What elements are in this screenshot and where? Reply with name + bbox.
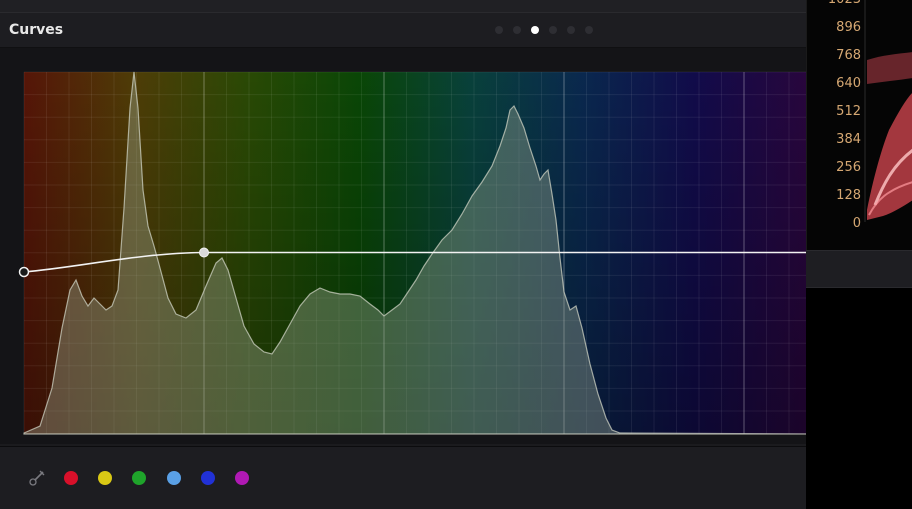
curve-graph[interactable] bbox=[0, 48, 806, 444]
green-channel-button[interactable] bbox=[132, 471, 147, 485]
panel-header: Curves bbox=[0, 13, 806, 48]
magenta-channel-button[interactable] bbox=[235, 471, 249, 485]
page-indicator bbox=[495, 24, 593, 36]
page-dot-5[interactable] bbox=[567, 26, 575, 34]
channel-toolbar bbox=[0, 446, 806, 509]
yellow-channel-button[interactable] bbox=[98, 471, 113, 485]
page-dot-1[interactable] bbox=[495, 26, 503, 34]
page-dot-6[interactable] bbox=[585, 26, 593, 34]
curve-editor[interactable] bbox=[0, 48, 806, 444]
scope-footer bbox=[806, 250, 912, 288]
page-dot-3[interactable] bbox=[531, 26, 539, 34]
page-dot-2[interactable] bbox=[513, 26, 521, 34]
curves-panel: Curves bbox=[0, 0, 806, 509]
cyan-channel-button[interactable] bbox=[166, 471, 181, 485]
scope-trace bbox=[864, 0, 912, 222]
waveform-scope: 10238967686405123842561280 bbox=[806, 0, 912, 250]
color-picker-icon[interactable] bbox=[28, 469, 46, 487]
top-strip bbox=[0, 0, 806, 13]
curve-control-point-mid[interactable] bbox=[199, 247, 209, 258]
page-dot-4[interactable] bbox=[549, 26, 557, 34]
curve-control-point-left[interactable] bbox=[18, 266, 30, 278]
blue-channel-button[interactable] bbox=[200, 471, 215, 485]
red-channel-button[interactable] bbox=[64, 471, 78, 485]
panel-title: Curves bbox=[9, 22, 64, 38]
